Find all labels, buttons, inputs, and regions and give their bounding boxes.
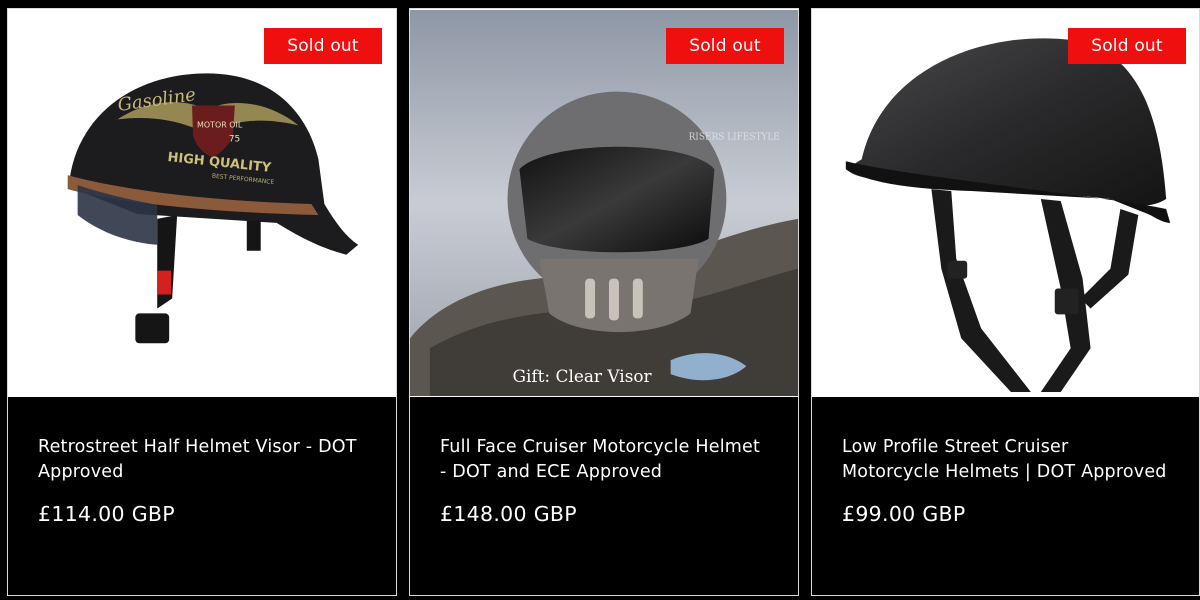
helmet-shield-text: MOTOR OIL [197, 120, 243, 129]
helmet-number-text: 75 [229, 134, 240, 144]
product-image-low-profile-helmet[interactable]: Sold out [812, 9, 1199, 397]
gift-caption: Gift: Clear Visor [512, 366, 652, 386]
product-price: £114.00 GBP [38, 502, 175, 526]
product-price: £148.00 GBP [440, 502, 577, 526]
sold-out-badge: Sold out [666, 28, 784, 64]
low-profile-helmet-illustration [812, 9, 1199, 397]
product-title[interactable]: Full Face Cruiser Motorcycle Helmet - DO… [440, 435, 768, 485]
product-image-half-helmet[interactable]: Gasoline MOTOR OIL 75 HIGH QUALITY BEST … [8, 9, 396, 397]
product-info: Retrostreet Half Helmet Visor - DOT Appr… [8, 397, 396, 595]
sold-out-badge: Sold out [1068, 28, 1186, 64]
product-card-full-face[interactable]: RISERS LIFESTYLE Gift: Clear Visor Sold … [409, 8, 799, 596]
product-info: Low Profile Street Cruiser Motorcycle He… [812, 397, 1199, 595]
watermark-text: RISERS LIFESTYLE [689, 132, 780, 142]
product-price: £99.00 GBP [842, 502, 966, 526]
sold-out-badge: Sold out [264, 28, 382, 64]
half-helmet-illustration: Gasoline MOTOR OIL 75 HIGH QUALITY BEST … [8, 9, 396, 397]
product-grid: Gasoline MOTOR OIL 75 HIGH QUALITY BEST … [0, 0, 1200, 600]
product-info: Full Face Cruiser Motorcycle Helmet - DO… [410, 397, 798, 595]
product-image-full-face-helmet[interactable]: RISERS LIFESTYLE Gift: Clear Visor Sold … [410, 9, 798, 397]
product-card-retrostreet[interactable]: Gasoline MOTOR OIL 75 HIGH QUALITY BEST … [7, 8, 397, 596]
product-title[interactable]: Low Profile Street Cruiser Motorcycle He… [842, 435, 1169, 485]
product-title[interactable]: Retrostreet Half Helmet Visor - DOT Appr… [38, 435, 366, 485]
full-face-helmet-illustration: RISERS LIFESTYLE Gift: Clear Visor [410, 9, 798, 397]
product-card-low-profile[interactable]: Sold out Low Profile Street Cruiser Moto… [811, 8, 1200, 596]
